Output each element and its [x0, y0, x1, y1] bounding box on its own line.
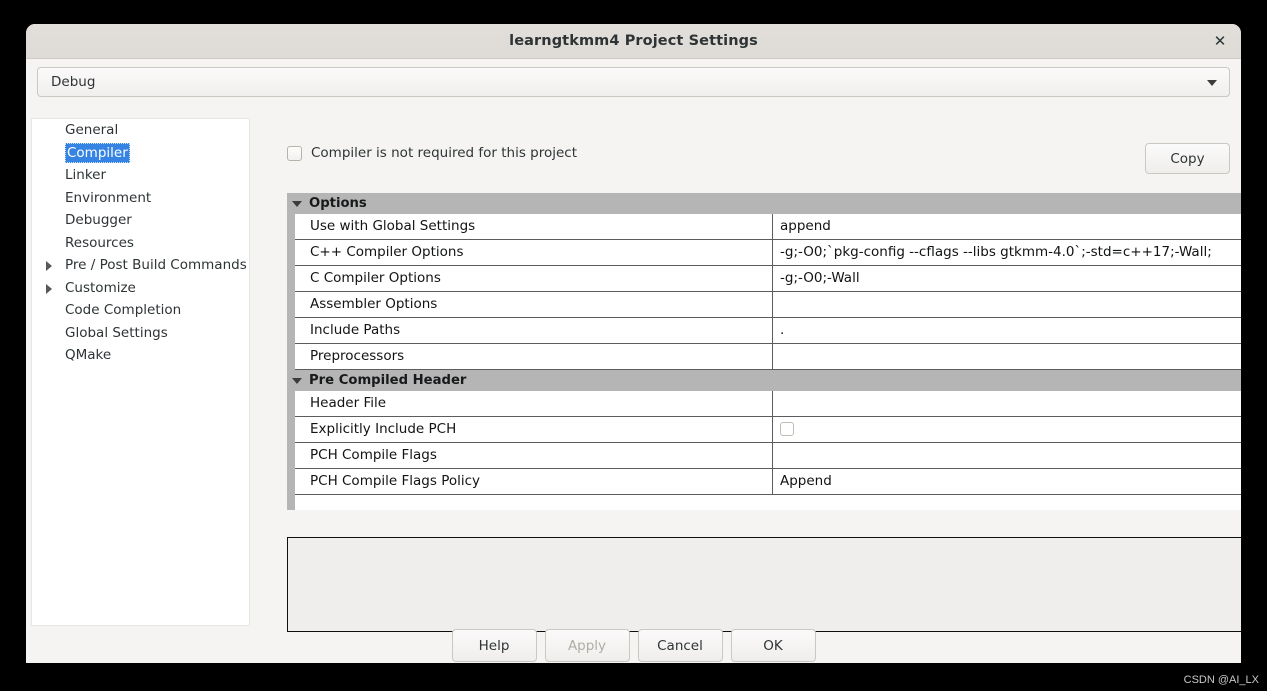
table-row[interactable]: C++ Compiler Options -g;-O0;`pkg-config -…	[295, 240, 1241, 266]
sidebar-item-pre-post-build-commands[interactable]: Pre / Post Build Commands	[32, 254, 249, 277]
table-row[interactable]: PCH Compile Flags Policy Append	[295, 469, 1241, 495]
setting-value-cell[interactable]	[773, 391, 1241, 416]
setting-value-cell[interactable]: .	[773, 318, 1241, 343]
setting-name-cell: Assembler Options	[295, 292, 773, 317]
table-row[interactable]: Use with Global Settings append	[295, 214, 1241, 240]
setting-name-cell: Use with Global Settings	[295, 214, 773, 239]
setting-value-cell[interactable]: -g;-O0;-Wall	[773, 266, 1241, 291]
settings-sidebar: General Compiler Linker Environment Debugger…	[31, 118, 250, 626]
sidebar-item-label: Resources	[65, 234, 134, 251]
sidebar-item-label: Code Completion	[65, 302, 182, 318]
ok-button[interactable]: OK	[730, 629, 816, 662]
compiler-toolbar: Compiler is not required for this projec…	[287, 143, 1230, 174]
sidebar-item-label: Debugger	[65, 212, 132, 228]
chevron-down-icon	[1207, 80, 1217, 86]
setting-name-cell: C++ Compiler Options	[295, 240, 773, 265]
table-row[interactable]: Preprocessors	[295, 344, 1241, 370]
sidebar-item-label: Environment	[65, 189, 152, 206]
table-row[interactable]: Explicitly Include PCH	[295, 417, 1241, 443]
configuration-selector-row: Debug	[37, 67, 1230, 97]
compiler-not-required-checkbox[interactable]: Compiler is not required for this projec…	[287, 145, 577, 161]
setting-value-checkbox[interactable]	[780, 422, 794, 436]
configuration-select-value: Debug	[51, 74, 96, 90]
setting-value-cell[interactable]: append	[773, 214, 1241, 239]
dialog-action-bar: Help Apply Cancel OK	[26, 628, 1241, 663]
watermark: CSDN @AI_LX	[1183, 674, 1259, 686]
table-row[interactable]: C Compiler Options -g;-O0;-Wall	[295, 266, 1241, 292]
sidebar-item-resources[interactable]: Resources	[32, 232, 249, 255]
close-icon[interactable]: ✕	[1209, 30, 1231, 52]
window-title: learngtkmm4 Project Settings	[509, 33, 758, 49]
setting-value-cell[interactable]	[773, 344, 1241, 369]
settings-pane: Compiler is not required for this projec…	[258, 103, 1241, 632]
table-row[interactable]: Header File	[295, 391, 1241, 417]
setting-name-cell: C Compiler Options	[295, 266, 773, 291]
sidebar-item-label: General	[65, 122, 119, 138]
table-row[interactable]: Include Paths.	[295, 318, 1241, 344]
settings-table[interactable]: Options Use with Global Settings append C++…	[287, 193, 1241, 510]
compiler-not-required-label: Compiler is not required for this projec…	[311, 145, 578, 161]
setting-name-cell: Explicitly Include PCH	[295, 417, 773, 442]
help-button[interactable]: Help	[451, 629, 537, 662]
copy-button[interactable]: Copy	[1145, 143, 1230, 174]
sidebar-item-debugger[interactable]: Debugger	[32, 209, 249, 232]
description-panel	[287, 537, 1241, 632]
sidebar-item-label: Customize	[65, 279, 136, 296]
sidebar-item-label: Compiler	[65, 142, 130, 163]
table-group-title: Options	[309, 196, 367, 211]
sidebar-item-code-completion[interactable]: Code Completion	[32, 299, 249, 322]
sidebar-item-label: Pre / Post Build Commands	[65, 257, 247, 273]
dialog-body: General Compiler Linker Environment Debugger…	[26, 103, 1241, 632]
setting-value-cell[interactable]: -g;-O0;`pkg-config --cflags --libs gtkmm…	[773, 240, 1241, 265]
sidebar-item-linker[interactable]: Linker	[32, 164, 249, 187]
setting-value-cell[interactable]	[773, 417, 1241, 442]
apply-button: Apply	[544, 629, 630, 662]
project-settings-window: learngtkmm4 Project Settings ✕ Debug Gen…	[26, 24, 1241, 663]
table-group-header[interactable]: Options	[287, 193, 1241, 214]
sidebar-item-label: Global Settings	[65, 324, 168, 341]
window-titlebar: learngtkmm4 Project Settings ✕	[26, 24, 1241, 59]
table-group-title: Pre Compiled Header	[309, 373, 467, 388]
sidebar-item-global-settings[interactable]: Global Settings	[32, 322, 249, 345]
sidebar-item-qmake[interactable]: QMake	[32, 344, 249, 367]
setting-value-cell[interactable]: Append	[773, 469, 1241, 494]
chevron-down-icon[interactable]	[292, 201, 302, 207]
sidebar-item-label: Linker	[65, 167, 107, 183]
table-left-gutter	[287, 193, 295, 510]
table-row[interactable]: PCH Compile Flags	[295, 443, 1241, 469]
table-group-rows: Use with Global Settings append C++ Compil…	[287, 214, 1241, 370]
cancel-button[interactable]: Cancel	[637, 629, 723, 662]
table-group-rows: Header File Explicitly Include PCH PCH Com…	[287, 391, 1241, 495]
configuration-select[interactable]: Debug	[37, 67, 1230, 97]
setting-name-cell: PCH Compile Flags Policy	[295, 469, 773, 494]
sidebar-item-general[interactable]: General	[32, 119, 249, 142]
checkbox-box	[287, 145, 302, 161]
setting-name-cell: PCH Compile Flags	[295, 443, 773, 468]
setting-name-cell: Header File	[295, 391, 773, 416]
sidebar-item-compiler[interactable]: Compiler	[32, 142, 249, 165]
table-row[interactable]: Assembler Options	[295, 292, 1241, 318]
chevron-down-icon[interactable]	[292, 378, 302, 384]
chevron-right-icon[interactable]	[46, 261, 52, 271]
sidebar-item-label: QMake	[65, 347, 112, 363]
chevron-right-icon[interactable]	[46, 283, 52, 294]
screen: learngtkmm4 Project Settings ✕ Debug Gen…	[0, 0, 1267, 691]
setting-value-cell[interactable]	[773, 292, 1241, 317]
setting-name-cell: Preprocessors	[295, 344, 773, 369]
setting-name-cell: Include Paths	[295, 318, 773, 343]
table-content: Options Use with Global Settings append C++…	[287, 193, 1241, 495]
sidebar-item-environment[interactable]: Environment	[32, 187, 249, 210]
setting-value-cell[interactable]	[773, 443, 1241, 468]
sidebar-item-customize[interactable]: Customize	[32, 277, 249, 300]
table-group-header[interactable]: Pre Compiled Header	[287, 370, 1241, 391]
